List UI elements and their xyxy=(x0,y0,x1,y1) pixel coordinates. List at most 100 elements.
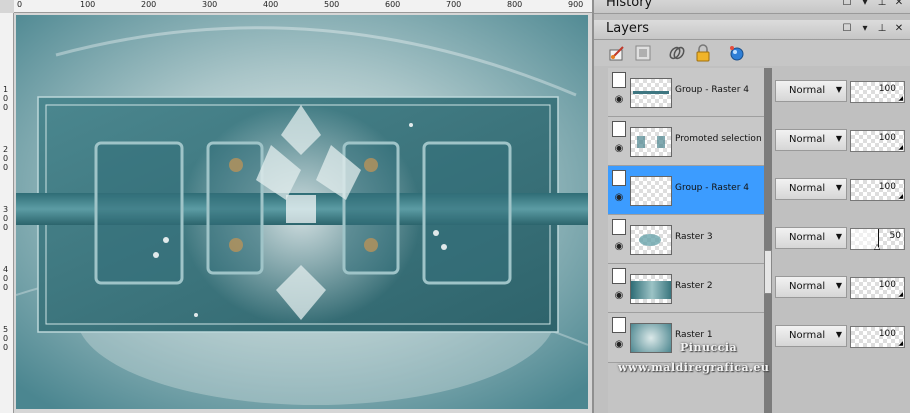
opacity-value: 100 xyxy=(878,329,896,339)
layer-row[interactable]: ◉ Raster 2 xyxy=(608,264,764,313)
pin-icon[interactable]: ⊥ xyxy=(875,0,889,8)
ruler-tick: 2 0 0 xyxy=(3,145,9,172)
eye-icon[interactable]: ◉ xyxy=(612,143,626,155)
layer-visibility-box[interactable] xyxy=(612,170,626,186)
resize-icon: ◢ xyxy=(898,193,903,200)
resize-icon: ◢ xyxy=(898,340,903,347)
blend-mode-select[interactable]: Normal ▼ xyxy=(775,80,847,102)
blend-mode-value: Normal xyxy=(789,183,826,194)
chevron-down-icon[interactable]: ▾ xyxy=(858,0,872,8)
layer-name: Raster 1 xyxy=(675,330,713,340)
close-icon[interactable]: ✕ xyxy=(892,0,906,8)
layer-thumbnail xyxy=(630,225,672,255)
blend-mode-select[interactable]: Normal ▼ xyxy=(775,325,847,347)
layers-toolbar xyxy=(594,40,910,66)
layer-visibility-box[interactable] xyxy=(612,121,626,137)
layer-visibility-box[interactable] xyxy=(612,219,626,235)
chevron-down-icon: ▼ xyxy=(835,232,842,241)
ruler-tick: 5 0 0 xyxy=(3,325,9,352)
eye-icon[interactable]: ◉ xyxy=(612,192,626,204)
layer-visibility-box[interactable] xyxy=(612,72,626,88)
chevron-down-icon: ▼ xyxy=(835,281,842,290)
layer-row[interactable]: ◉ Raster 1 xyxy=(608,313,764,363)
layer-thumbnail xyxy=(630,274,672,304)
ruler-tick: 100 xyxy=(80,0,96,9)
layer-name: Raster 2 xyxy=(675,281,713,291)
layer-thumbnail xyxy=(630,127,672,157)
blend-mode-select[interactable]: Normal ▼ xyxy=(775,227,847,249)
blend-mode-select[interactable]: Normal ▼ xyxy=(775,129,847,151)
opacity-slider[interactable]: 100 ◢ xyxy=(850,326,905,348)
resize-icon: ◢ xyxy=(898,95,903,102)
canvas-area[interactable]: 0 100 200 300 400 500 600 700 800 900 1 … xyxy=(0,0,592,413)
right-panel: History ☐ ▾ ⊥ ✕ Layers ☐ ▾ ⊥ ✕ ◉ Group -… xyxy=(592,0,910,413)
resize-icon: ◢ xyxy=(898,144,903,151)
layer-name: Group - Raster 4 xyxy=(675,183,749,193)
pin-icon[interactable]: ⊥ xyxy=(875,23,889,34)
opacity-slider[interactable]: 100 ◢ xyxy=(850,81,905,103)
lock-icon[interactable] xyxy=(694,44,712,62)
vertical-ruler: 1 0 0 2 0 0 3 0 0 4 0 0 5 0 0 xyxy=(0,13,14,413)
watermark-name: Pinuccia xyxy=(680,341,738,354)
eye-icon[interactable]: ◉ xyxy=(612,94,626,106)
layer-name: Group - Raster 4 xyxy=(675,85,749,95)
layers-palette-header[interactable]: Layers ☐ ▾ ⊥ ✕ xyxy=(594,20,910,40)
layer-visibility-box[interactable] xyxy=(612,268,626,284)
sphere-icon[interactable] xyxy=(728,44,746,62)
maximize-icon[interactable]: ☐ xyxy=(840,23,854,34)
ruler-tick: 400 xyxy=(263,0,279,9)
ruler-tick: 500 xyxy=(324,0,340,9)
opacity-slider[interactable]: 100 ◢ xyxy=(850,277,905,299)
layer-row[interactable]: ◉ Raster 3 xyxy=(608,215,764,264)
opacity-slider[interactable]: 100 ◢ xyxy=(850,130,905,152)
ruler-tick: 700 xyxy=(446,0,462,9)
layer-name: Promoted selection xyxy=(675,134,762,144)
ruler-tick: 3 0 0 xyxy=(3,205,9,232)
chevron-down-icon: ▼ xyxy=(835,85,842,94)
opacity-slider[interactable]: 100 ◢ xyxy=(850,179,905,201)
opacity-slider[interactable]: △ 50 xyxy=(850,228,905,251)
opacity-value: 100 xyxy=(878,133,896,143)
eye-icon[interactable]: ◉ xyxy=(612,290,626,302)
blend-mode-select[interactable]: Normal ▼ xyxy=(775,276,847,298)
maximize-icon[interactable]: ☐ xyxy=(840,0,854,8)
eye-icon[interactable]: ◉ xyxy=(612,241,626,253)
layer-row[interactable]: ◉ Group - Raster 4 xyxy=(608,68,764,117)
layer-row-selected[interactable]: ◉ Group - Raster 4 xyxy=(608,166,764,215)
chevron-down-icon[interactable]: ▾ xyxy=(858,23,872,34)
scrollbar-thumb[interactable] xyxy=(764,250,772,294)
blend-mode-select[interactable]: Normal ▼ xyxy=(775,178,847,200)
layers-title: Layers xyxy=(606,21,650,36)
layer-thumbnail xyxy=(630,323,672,353)
horizontal-ruler: 0 100 200 300 400 500 600 700 800 900 xyxy=(14,0,592,13)
paintbrush-icon[interactable] xyxy=(608,44,626,62)
layer-row[interactable]: ◉ Promoted selection xyxy=(608,117,764,166)
ruler-tick: 4 0 0 xyxy=(3,265,9,292)
ruler-tick: 200 xyxy=(141,0,157,9)
chevron-down-icon: ▼ xyxy=(835,330,842,339)
chevron-down-icon: ▼ xyxy=(835,134,842,143)
opacity-value: 100 xyxy=(878,84,896,94)
ruler-tick: 300 xyxy=(202,0,218,9)
chevron-down-icon: ▼ xyxy=(835,183,842,192)
ruler-tick: 800 xyxy=(507,0,523,9)
mask-icon[interactable] xyxy=(634,44,652,62)
layer-name: Raster 3 xyxy=(675,232,713,242)
layer-visibility-box[interactable] xyxy=(612,317,626,333)
blend-mode-value: Normal xyxy=(789,134,826,145)
history-palette-header[interactable]: History ☐ ▾ ⊥ ✕ xyxy=(594,0,910,14)
close-icon[interactable]: ✕ xyxy=(892,23,906,34)
resize-icon: ◢ xyxy=(898,291,903,298)
blend-mode-value: Normal xyxy=(789,281,826,292)
link-icon[interactable] xyxy=(668,44,686,62)
document-image[interactable] xyxy=(16,15,588,409)
blend-mode-value: Normal xyxy=(789,85,826,96)
layer-thumbnail xyxy=(630,78,672,108)
opacity-value: 50 xyxy=(889,231,901,241)
blend-mode-value: Normal xyxy=(789,232,826,243)
artwork xyxy=(16,15,588,409)
triangle-icon: △ xyxy=(874,242,881,251)
blend-mode-value: Normal xyxy=(789,330,826,341)
eye-icon[interactable]: ◉ xyxy=(612,339,626,351)
ruler-tick: 1 0 0 xyxy=(3,85,9,112)
